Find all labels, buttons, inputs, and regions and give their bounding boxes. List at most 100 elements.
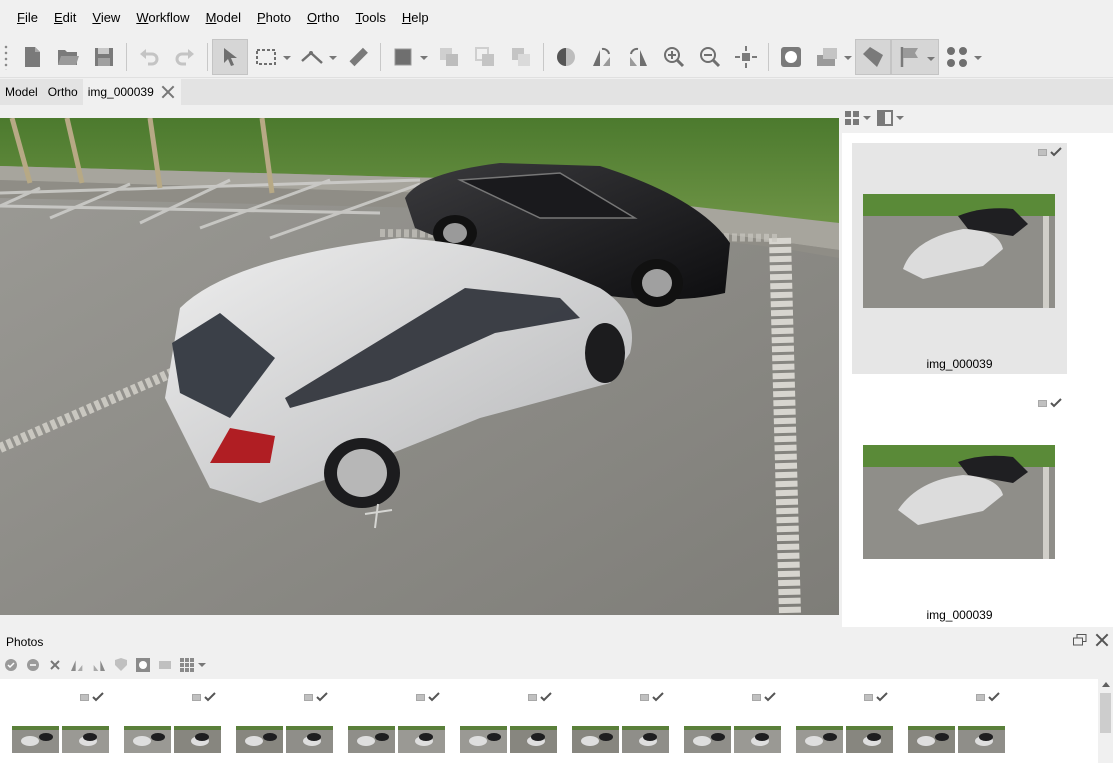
check-icon [540, 692, 552, 702]
scroll-up-arrow-icon[interactable] [1102, 682, 1110, 687]
save-project-button[interactable] [86, 39, 122, 75]
ruler-button[interactable] [340, 39, 376, 75]
close-tab-icon[interactable] [160, 84, 176, 100]
rotate-right-photos-button[interactable] [91, 657, 107, 673]
check-icon [652, 692, 664, 702]
photo-strip-item[interactable] [124, 679, 236, 763]
show-shapes-button[interactable] [855, 38, 891, 75]
chevron-down-icon [896, 116, 904, 120]
rotate-left-button[interactable] [584, 39, 620, 75]
check-icon [764, 692, 776, 702]
photo-strip-item[interactable] [348, 679, 460, 763]
thumbnail-flags [1038, 398, 1062, 408]
menu-workflow[interactable]: Workflow [128, 0, 197, 36]
ruler-tool-button[interactable] [294, 39, 340, 75]
intersect-shapes-icon [475, 46, 494, 66]
tab-photo[interactable]: img_000039 [82, 79, 181, 105]
menu-photo[interactable]: Photo [249, 0, 299, 36]
zoom-out-button[interactable] [692, 39, 728, 75]
rotate-right-button[interactable] [620, 39, 656, 75]
photo-strip-item[interactable] [460, 679, 572, 763]
menu-model[interactable]: Model [198, 0, 249, 36]
rotate-left-photos-button[interactable] [69, 657, 85, 673]
photo-flags [976, 692, 1000, 702]
close-panel-icon[interactable] [1095, 633, 1109, 647]
photo-strip-item[interactable] [684, 679, 796, 763]
photos-panel-title: Photos [6, 635, 44, 649]
show-points-button[interactable] [939, 39, 985, 75]
zoom-out-icon [700, 46, 721, 67]
photo-flags [528, 692, 552, 702]
photo-strip-item[interactable] [12, 679, 124, 763]
zoom-in-button[interactable] [656, 39, 692, 75]
scrollbar-thumb[interactable] [1100, 693, 1111, 733]
grid-view-icon [845, 111, 859, 125]
photo-thumbnail [734, 726, 781, 753]
redo-button[interactable] [167, 39, 203, 75]
folder-open-icon [58, 49, 79, 65]
photo-strip-item[interactable] [796, 679, 908, 763]
shape-tool-button[interactable] [385, 39, 431, 75]
view-mode-button[interactable] [844, 110, 871, 126]
menu-view[interactable]: View [84, 0, 128, 36]
tab-model[interactable]: Model [0, 79, 43, 105]
zoom-in-icon [664, 46, 685, 67]
brightness-button[interactable] [548, 39, 584, 75]
masks-button[interactable] [113, 657, 129, 673]
subtract-shapes-icon [512, 47, 530, 66]
toolbar-grip-icon[interactable] [4, 43, 8, 70]
photo-viewport[interactable] [0, 118, 839, 615]
photo-thumbnail [684, 726, 731, 753]
photo-strip-item[interactable] [572, 679, 684, 763]
remove-cameras-button[interactable] [47, 657, 63, 673]
tab-ortho[interactable]: Ortho [43, 79, 83, 105]
camera-calibration-button[interactable] [157, 657, 173, 673]
camera-icon [1038, 399, 1047, 407]
photo-strip-item[interactable] [908, 679, 1020, 763]
reset-view-button[interactable] [728, 39, 764, 75]
float-panel-icon[interactable] [1073, 634, 1087, 646]
disable-cameras-button[interactable] [25, 657, 41, 673]
undo-button[interactable] [131, 39, 167, 75]
thumbnail-image [863, 194, 1055, 308]
thumbnail-flags [1038, 147, 1062, 157]
photo-thumbnail [124, 726, 171, 753]
cursor-arrow-icon [224, 47, 237, 66]
rectangle-selection-button[interactable] [248, 39, 294, 75]
menu-help[interactable]: Help [394, 0, 437, 36]
merge-shapes-button[interactable] [431, 39, 467, 75]
open-project-button[interactable] [50, 39, 86, 75]
shading-button[interactable] [809, 39, 855, 75]
photo-thumbnail [348, 726, 395, 753]
rotate-left-icon [593, 47, 610, 66]
photo-flags [416, 692, 440, 702]
photo-strip-item[interactable] [236, 679, 348, 763]
menu-file[interactable]: File [9, 0, 46, 36]
photos-panel: Photos [0, 628, 1113, 763]
photo-thumbnail [12, 726, 59, 753]
intersect-shapes-button[interactable] [467, 39, 503, 75]
menu-tools[interactable]: Tools [348, 0, 394, 36]
mask-icon [781, 46, 801, 67]
photos-scrollbar[interactable] [1098, 679, 1113, 763]
camera-icon [159, 661, 171, 669]
navigation-tool-button[interactable] [212, 38, 248, 75]
menu-ortho[interactable]: Ortho [299, 0, 348, 36]
chevron-down-icon [863, 116, 871, 120]
show-markers-button[interactable] [891, 38, 939, 75]
photo-thumbnail [236, 726, 283, 753]
menu-edit[interactable]: Edit [46, 0, 84, 36]
layout-mode-button[interactable] [877, 110, 904, 126]
new-project-button[interactable] [14, 39, 50, 75]
enable-cameras-button[interactable] [3, 657, 19, 673]
thumbnail-label: img_000039 [926, 608, 993, 622]
thumbnail-card[interactable]: img_000039 [852, 143, 1067, 374]
photo-flags [752, 692, 776, 702]
show-masks-photos-button[interactable] [135, 657, 151, 673]
show-masks-button[interactable] [773, 39, 809, 75]
check-icon [988, 692, 1000, 702]
check-icon [204, 692, 216, 702]
thumbnail-card[interactable]: img_000039 [852, 394, 1067, 625]
photo-view-mode-button[interactable] [179, 657, 207, 673]
subtract-shapes-button[interactable] [503, 39, 539, 75]
